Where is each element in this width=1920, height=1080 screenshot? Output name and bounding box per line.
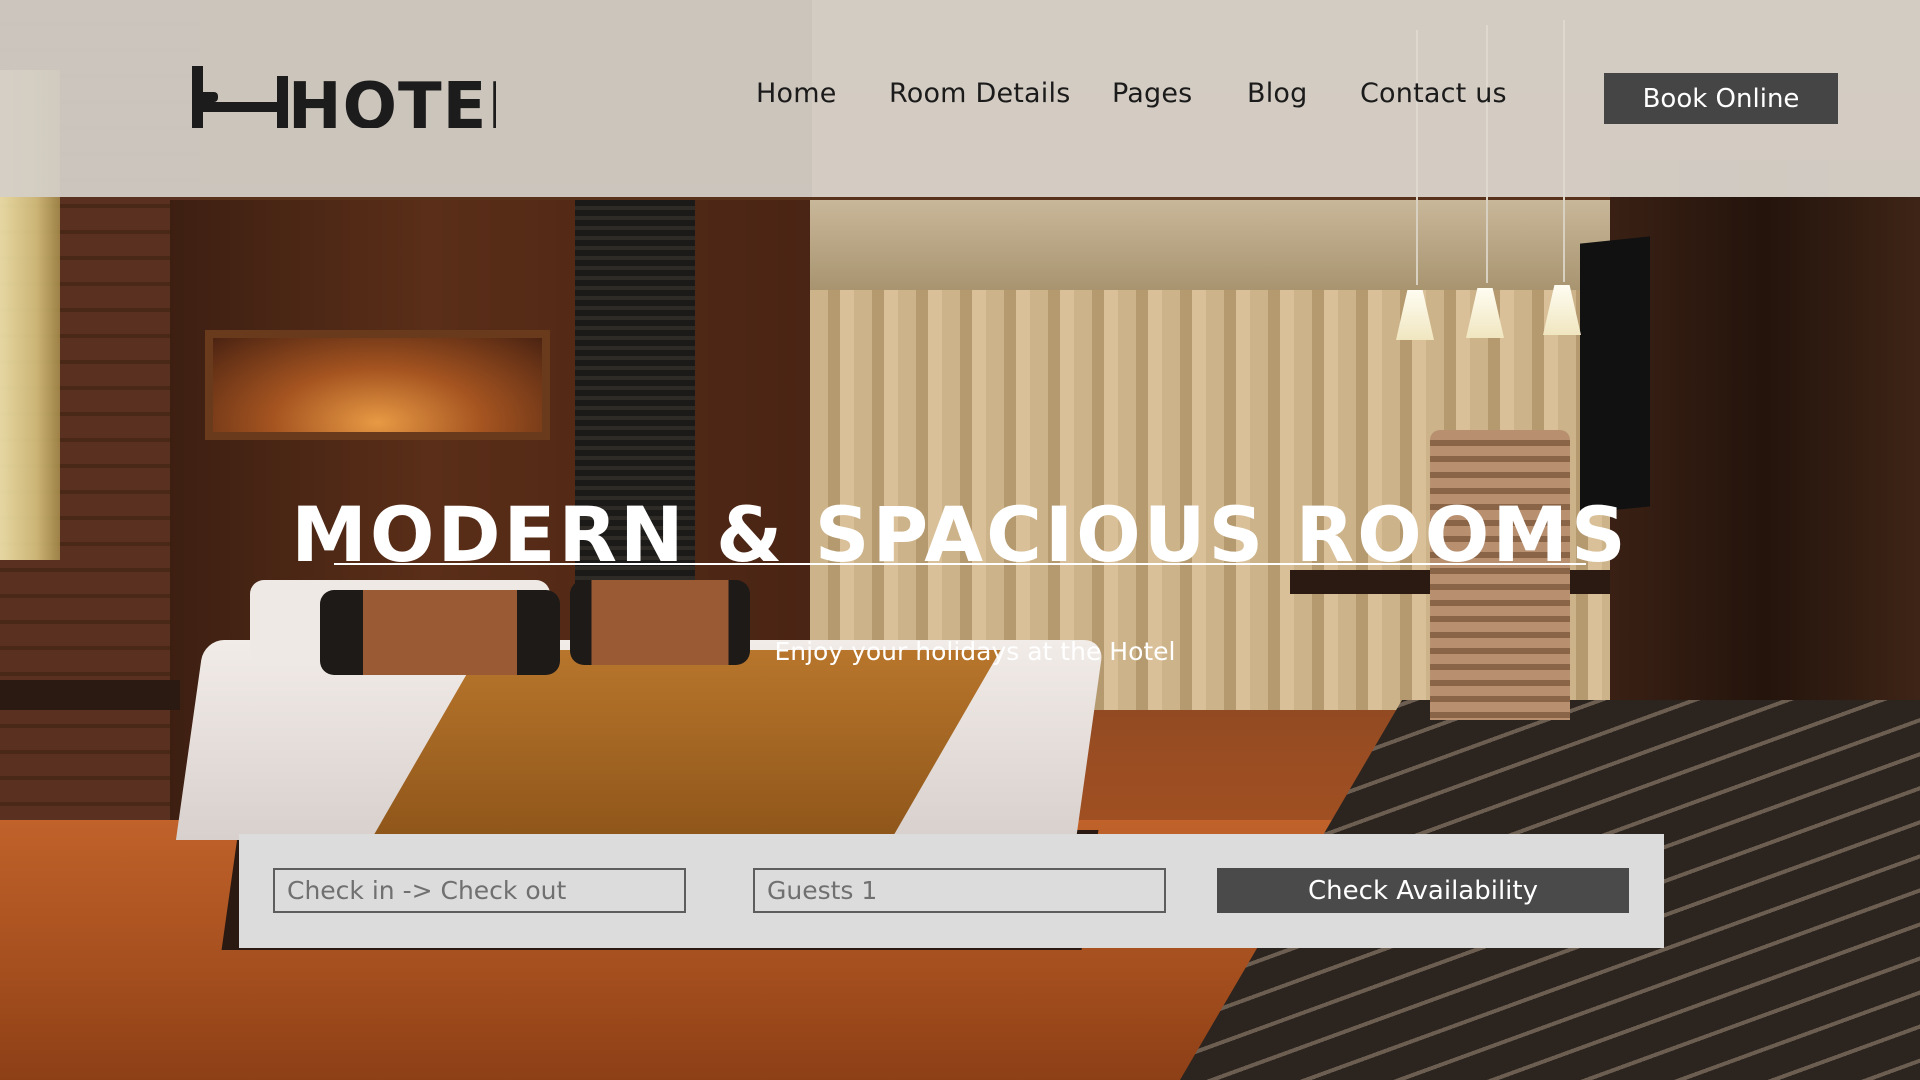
hero-title-underline (334, 563, 1586, 565)
booking-bar: Check in -> Check out Guests 1 Check Ava… (239, 834, 1664, 948)
nav-blog[interactable]: Blog (1247, 78, 1307, 109)
nav-home[interactable]: Home (756, 78, 837, 109)
lit-niche (205, 330, 550, 440)
nav-pages[interactable]: Pages (1112, 78, 1192, 109)
site-header: HOTEL Home Room Details Pages Blog Conta… (0, 0, 1920, 197)
television (1580, 236, 1650, 514)
nav-room-details[interactable]: Room Details (889, 78, 1070, 109)
window (810, 200, 1610, 290)
hero-title: MODERN & SPACIOUS ROOMS (291, 490, 1629, 579)
nightstand (0, 680, 180, 710)
nav-contact-us[interactable]: Contact us (1360, 78, 1507, 109)
check-in-out-field[interactable]: Check in -> Check out (273, 868, 686, 913)
book-online-button[interactable]: Book Online (1604, 73, 1838, 124)
guests-field[interactable]: Guests 1 (753, 868, 1166, 913)
check-availability-button[interactable]: Check Availability (1217, 868, 1629, 913)
hero-subtitle: Enjoy your holidays at the Hotel (774, 637, 1176, 666)
